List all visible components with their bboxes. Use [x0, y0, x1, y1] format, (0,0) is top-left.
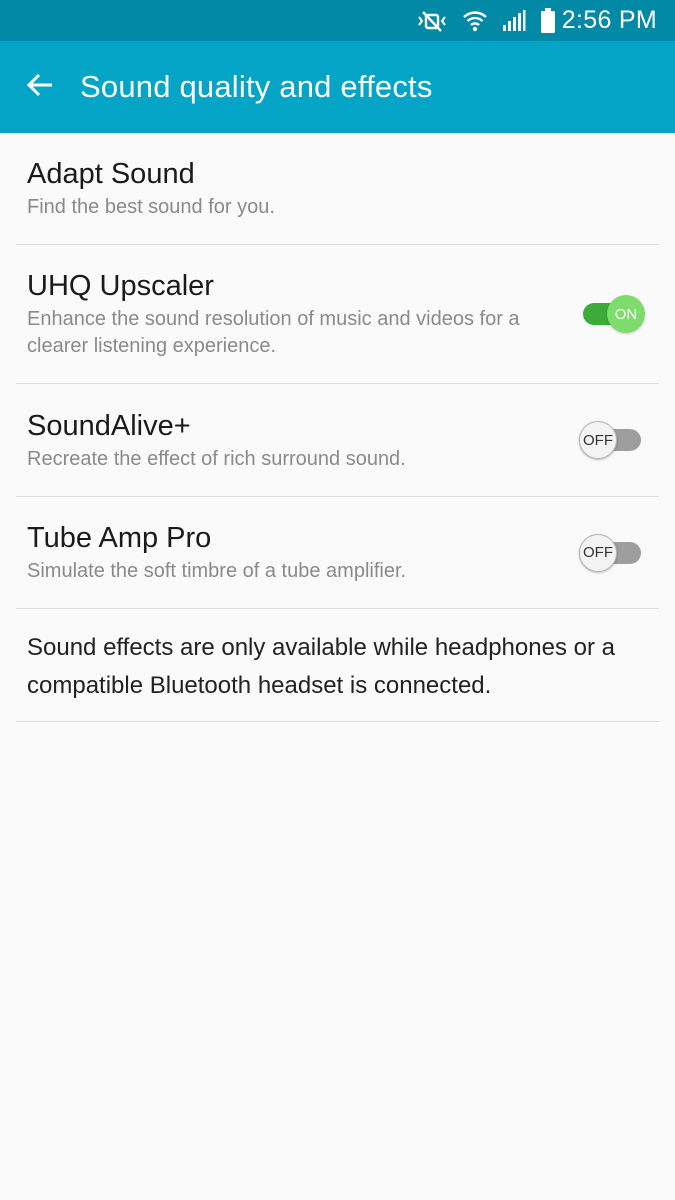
- settings-list: Adapt Sound Find the best sound for you.…: [16, 133, 659, 722]
- battery-icon: [540, 7, 556, 34]
- toggle-thumb: OFF: [579, 421, 617, 459]
- setting-tube-amp-pro[interactable]: Tube Amp Pro Simulate the soft timbre of…: [16, 497, 659, 609]
- setting-text: Adapt Sound Find the best sound for you.: [27, 156, 645, 221]
- setting-text: Tube Amp Pro Simulate the soft timbre of…: [27, 520, 579, 585]
- setting-title: Tube Amp Pro: [27, 522, 212, 554]
- setting-soundalive[interactable]: SoundAlive+ Recreate the effect of rich …: [16, 384, 659, 497]
- setting-subtitle: Recreate the effect of rich surround sou…: [27, 447, 406, 470]
- setting-title: Adapt Sound: [27, 158, 195, 190]
- setting-subtitle: Find the best sound for you.: [27, 196, 275, 218]
- toggle-thumb: OFF: [579, 533, 617, 572]
- uhq-upscaler-toggle[interactable]: ON: [579, 294, 645, 334]
- back-button[interactable]: [0, 41, 80, 133]
- wifi-icon: [462, 9, 488, 33]
- toggle-thumb: ON: [607, 295, 645, 333]
- setting-title: UHQ Upscaler: [27, 270, 214, 302]
- setting-subtitle: Enhance the sound resolution of music an…: [27, 308, 520, 357]
- app-bar: Sound quality and effects: [0, 41, 675, 133]
- setting-uhq-upscaler[interactable]: UHQ Upscaler Enhance the sound resolutio…: [16, 245, 659, 384]
- status-bar: 2:56 PM: [0, 0, 675, 41]
- back-arrow-icon: [26, 73, 54, 102]
- signal-icon: [502, 9, 526, 32]
- setting-text: UHQ Upscaler Enhance the sound resolutio…: [27, 268, 579, 360]
- setting-subtitle: Simulate the soft timbre of a tube ampli…: [27, 560, 407, 582]
- setting-adapt-sound[interactable]: Adapt Sound Find the best sound for you.: [16, 133, 659, 245]
- setting-text: SoundAlive+ Recreate the effect of rich …: [27, 408, 579, 473]
- status-icons: [416, 7, 556, 34]
- mute-vibrate-icon: [416, 10, 448, 32]
- soundalive-toggle[interactable]: OFF: [579, 420, 645, 460]
- status-time: 2:56 PM: [561, 6, 657, 34]
- page-title: Sound quality and effects: [80, 69, 433, 104]
- setting-title: SoundAlive+: [27, 409, 191, 442]
- tube-amp-pro-toggle[interactable]: OFF: [579, 533, 645, 573]
- sound-effects-note: Sound effects are only available while h…: [16, 609, 659, 722]
- note-text: Sound effects are only available while h…: [27, 634, 615, 699]
